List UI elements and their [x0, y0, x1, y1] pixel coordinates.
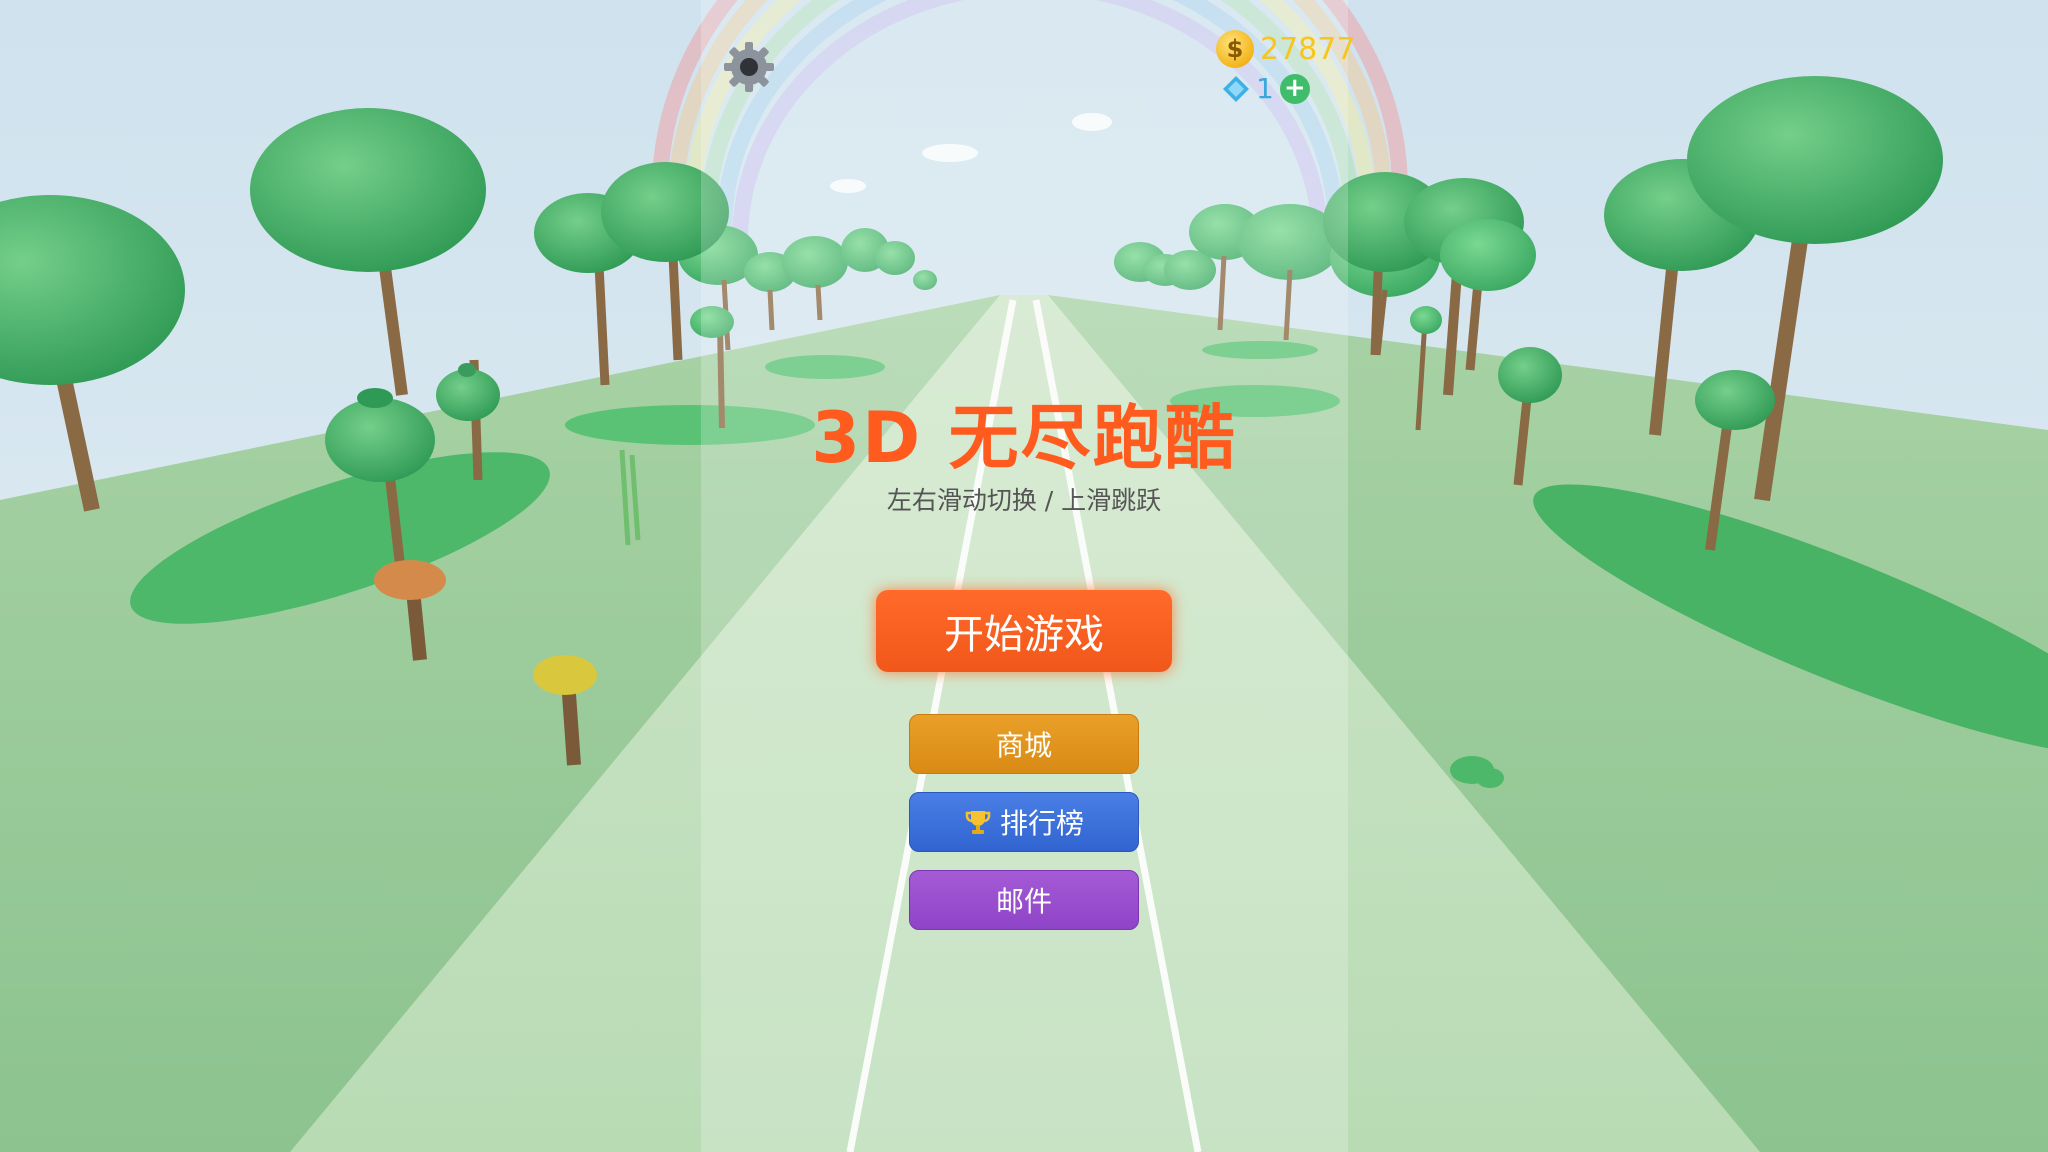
leaderboard-label: 排行榜: [999, 807, 1084, 840]
gem-value: 1: [1256, 72, 1274, 105]
leaderboard-button[interactable]: 排行榜: [909, 792, 1139, 852]
diamond-icon: [1223, 75, 1249, 102]
game-title: 3D 无尽跑酷: [811, 397, 1237, 479]
game-subtitle: 左右滑动切换 / 上滑跳跃: [886, 486, 1162, 515]
coin-value: 27877: [1260, 31, 1356, 67]
start-game-button[interactable]: 开始游戏: [876, 590, 1172, 672]
gear-icon: [724, 42, 774, 92]
trophy-icon: [965, 811, 991, 834]
mail-button[interactable]: 邮件: [909, 870, 1139, 930]
add-gems-button[interactable]: +: [1279, 72, 1310, 104]
settings-button[interactable]: [720, 38, 778, 96]
coin-icon: $: [1216, 30, 1254, 68]
plus-icon: +: [1283, 72, 1306, 103]
gem-counter: 1 +: [1222, 72, 1310, 105]
shop-label: 商城: [995, 729, 1052, 762]
coin-counter: $ 27877: [1216, 30, 1355, 68]
shop-button[interactable]: 商城: [909, 714, 1139, 774]
mail-label: 邮件: [995, 885, 1052, 918]
start-game-label: 开始游戏: [944, 612, 1104, 658]
menu-overlay-panel: [701, 0, 1348, 1152]
